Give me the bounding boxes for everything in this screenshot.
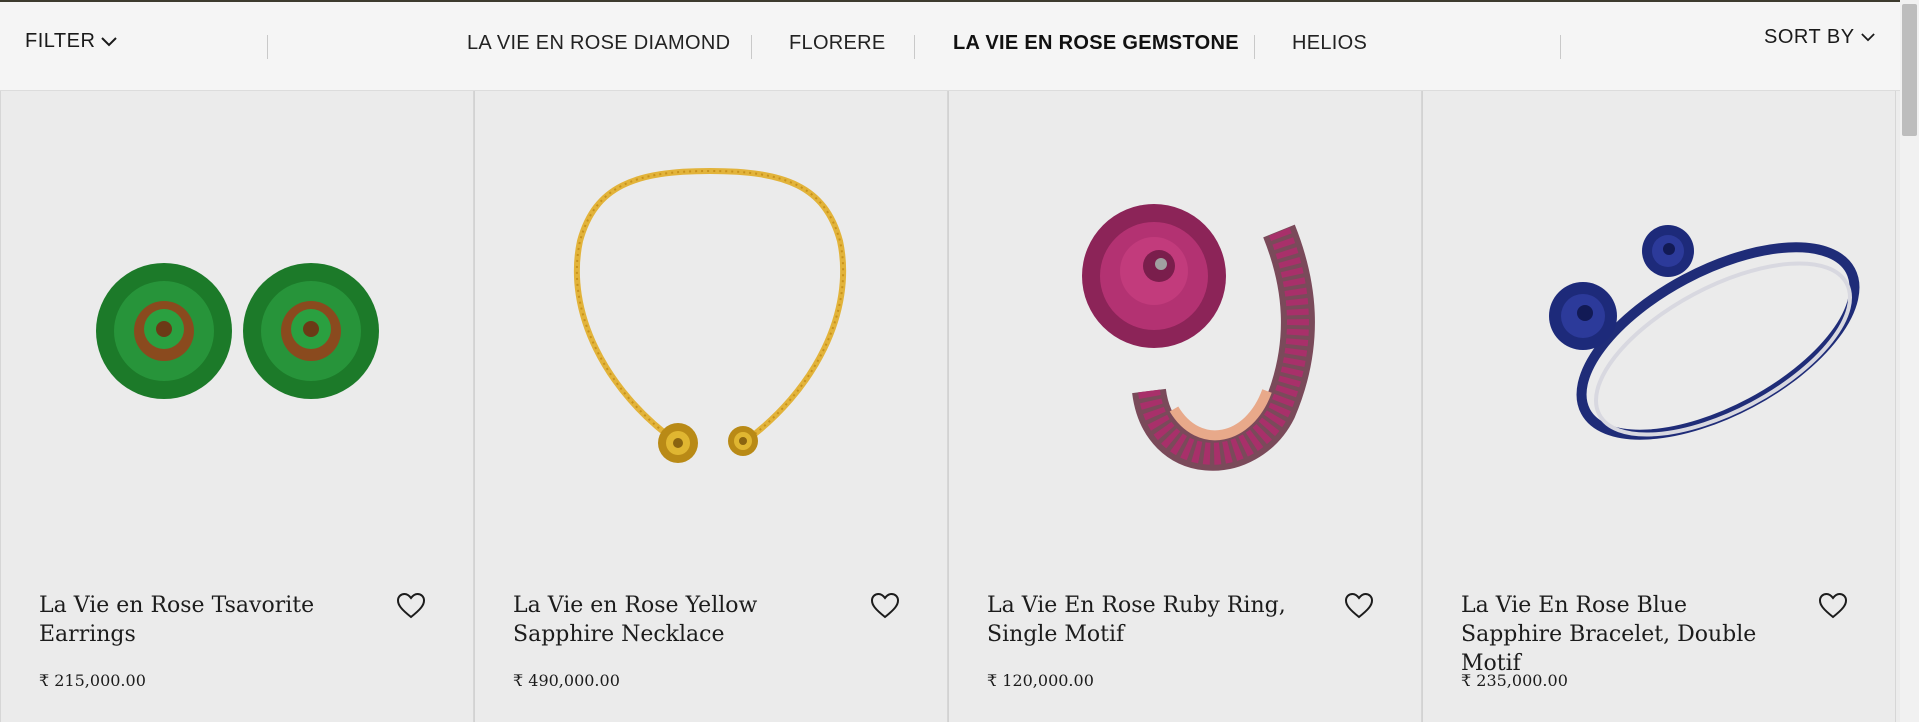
ruby-rose-motif [1082, 204, 1226, 348]
yellow-rose-motif [728, 426, 758, 456]
blue-rose-motif [1642, 225, 1694, 277]
product-name[interactable]: La Vie En Rose Blue Sapphire Bracelet, D… [1461, 591, 1791, 678]
divider [267, 35, 268, 59]
chevron-down-icon [1860, 33, 1875, 42]
sort-by-button[interactable]: SORT BY [1764, 26, 1875, 49]
green-rose-earring-left [96, 263, 232, 399]
divider [1560, 35, 1561, 59]
product-image[interactable] [1, 91, 473, 561]
product-grid: La Vie en Rose Tsavorite Earrings ₹ 215,… [0, 91, 1900, 722]
product-card[interactable]: La Vie En Rose Blue Sapphire Bracelet, D… [1422, 91, 1896, 722]
yellow-rose-motif [658, 423, 698, 463]
tab-florere[interactable]: FLORERE [789, 32, 886, 55]
divider [914, 35, 915, 59]
product-price: ₹ 235,000.00 [1461, 671, 1568, 690]
product-price: ₹ 215,000.00 [39, 671, 146, 690]
product-name[interactable]: La Vie En Rose Ruby Ring, Single Motif [987, 591, 1317, 649]
blue-rose-motif [1549, 282, 1617, 350]
divider [751, 35, 752, 59]
product-image[interactable] [475, 91, 947, 561]
filter-button[interactable]: FILTER [25, 30, 118, 53]
sort-label: SORT BY [1764, 26, 1855, 48]
product-card[interactable]: La Vie en Rose Tsavorite Earrings ₹ 215,… [0, 91, 474, 722]
product-card[interactable]: La Vie En Rose Ruby Ring, Single Motif ₹… [948, 91, 1422, 722]
heart-outline-icon[interactable] [870, 592, 900, 624]
tab-la-vie-en-rose-diamond[interactable]: LA VIE EN ROSE DIAMOND [467, 32, 730, 55]
divider [1254, 35, 1255, 59]
product-name[interactable]: La Vie en Rose Tsavorite Earrings [39, 591, 369, 649]
scrollbar-thumb[interactable] [1902, 4, 1917, 136]
tab-helios[interactable]: HELIOS [1292, 32, 1367, 55]
tab-la-vie-en-rose-gemstone[interactable]: LA VIE EN ROSE GEMSTONE [953, 32, 1239, 55]
product-price: ₹ 490,000.00 [513, 671, 620, 690]
green-rose-earring-right [243, 263, 379, 399]
heart-outline-icon[interactable] [396, 592, 426, 624]
filter-label: FILTER [25, 30, 96, 52]
product-image[interactable] [949, 91, 1421, 561]
chevron-down-icon [101, 36, 118, 47]
product-card[interactable]: La Vie en Rose Yellow Sapphire Necklace … [474, 91, 948, 722]
product-price: ₹ 120,000.00 [987, 671, 1094, 690]
heart-outline-icon[interactable] [1344, 592, 1374, 624]
product-name[interactable]: La Vie en Rose Yellow Sapphire Necklace [513, 591, 843, 649]
product-image[interactable] [1423, 91, 1895, 561]
heart-outline-icon[interactable] [1818, 592, 1848, 624]
filter-bar: FILTER LA VIE EN ROSE DIAMOND FLORERE LA… [0, 2, 1900, 91]
